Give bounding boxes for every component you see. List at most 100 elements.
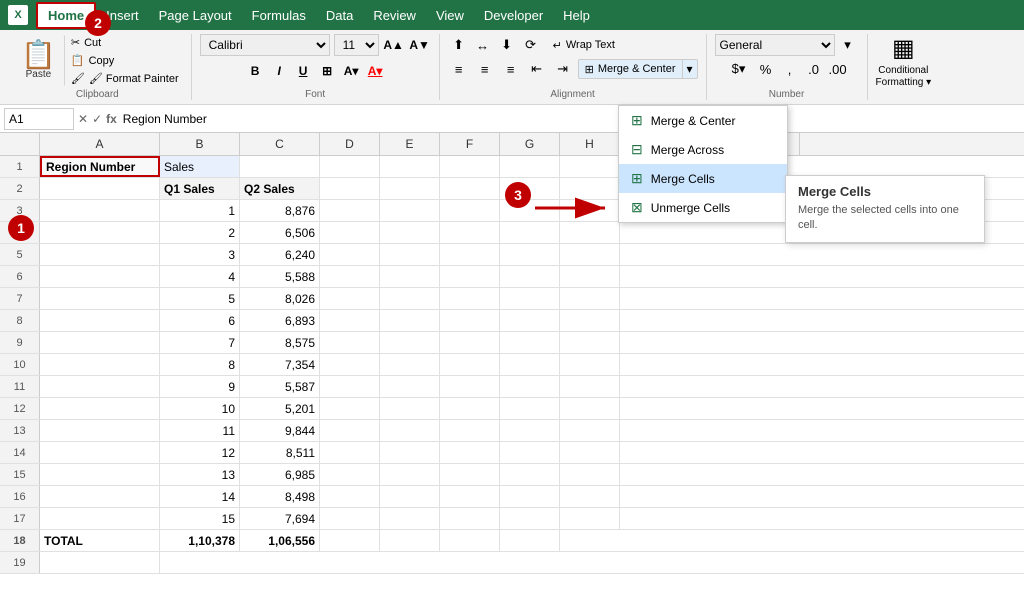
cell-a19[interactable] (40, 552, 160, 573)
cell-g16[interactable] (500, 486, 560, 507)
currency-button[interactable]: $▾ (725, 58, 753, 80)
cell-d9[interactable] (320, 332, 380, 353)
cell-b14[interactable]: 12 (160, 442, 240, 463)
decrease-decimal-button[interactable]: .0 (803, 58, 825, 80)
unmerge-cells-item[interactable]: ⊠ Unmerge Cells (619, 193, 787, 222)
cell-c4[interactable]: 6,506 (240, 222, 320, 243)
wrap-text-button[interactable]: ↵ Wrap Text (544, 34, 624, 56)
cell-b3[interactable]: 1 (160, 200, 240, 221)
cell-b8[interactable]: 6 (160, 310, 240, 331)
align-bottom-button[interactable]: ⬇ (496, 34, 518, 56)
cell-c2[interactable]: Q2 Sales (240, 178, 320, 199)
cell-a1[interactable]: Region Number (40, 156, 160, 177)
cell-d4[interactable] (320, 222, 380, 243)
number-format-select[interactable]: General (715, 34, 835, 56)
cell-e16[interactable] (380, 486, 440, 507)
menu-page-layout[interactable]: Page Layout (149, 4, 242, 27)
merge-across-item[interactable]: ⊟ Merge Across (619, 135, 787, 164)
cell-a7[interactable] (40, 288, 160, 309)
cell-e13[interactable] (380, 420, 440, 441)
cell-d1[interactable] (320, 156, 380, 177)
align-left-button[interactable]: ≡ (448, 58, 470, 80)
cell-a15[interactable] (40, 464, 160, 485)
cell-f13[interactable] (440, 420, 500, 441)
cell-b6[interactable]: 4 (160, 266, 240, 287)
cell-b18[interactable]: 1,10,378 (160, 530, 240, 551)
menu-developer[interactable]: Developer (474, 4, 553, 27)
cell-e11[interactable] (380, 376, 440, 397)
merge-cells-item[interactable]: ⊞ Merge Cells (619, 164, 787, 193)
cell-a11[interactable] (40, 376, 160, 397)
cell-a12[interactable] (40, 398, 160, 419)
cell-a4[interactable] (40, 222, 160, 243)
cell-c15[interactable]: 6,985 (240, 464, 320, 485)
formula-insert-icon[interactable]: fx (106, 112, 117, 126)
cell-b5[interactable]: 3 (160, 244, 240, 265)
cell-c18[interactable]: 1,06,556 (240, 530, 320, 551)
cell-c6[interactable]: 5,588 (240, 266, 320, 287)
number-format-expand[interactable]: ▾ (837, 34, 859, 56)
cell-f9[interactable] (440, 332, 500, 353)
font-shrink-button[interactable]: A▼ (409, 34, 431, 56)
cell-c16[interactable]: 8,498 (240, 486, 320, 507)
conditional-formatting-label[interactable]: ConditionalFormatting ▾ (876, 65, 932, 89)
cell-h16[interactable] (560, 486, 620, 507)
cell-h13[interactable] (560, 420, 620, 441)
cell-d15[interactable] (320, 464, 380, 485)
cell-a16[interactable] (40, 486, 160, 507)
cell-d6[interactable] (320, 266, 380, 287)
cell-b7[interactable]: 5 (160, 288, 240, 309)
cell-b2[interactable]: Q1 Sales (160, 178, 240, 199)
copy-button[interactable]: 📋 Copy (67, 52, 183, 69)
cell-g15[interactable] (500, 464, 560, 485)
cell-e5[interactable] (380, 244, 440, 265)
cell-g14[interactable] (500, 442, 560, 463)
formula-cancel-icon[interactable]: ✕ (78, 112, 88, 126)
cell-h15[interactable] (560, 464, 620, 485)
orientation-button[interactable]: ⟳ (520, 34, 542, 56)
cell-f1[interactable] (440, 156, 500, 177)
cell-b15[interactable]: 13 (160, 464, 240, 485)
cell-g9[interactable] (500, 332, 560, 353)
cell-e4[interactable] (380, 222, 440, 243)
cell-g7[interactable] (500, 288, 560, 309)
cell-d13[interactable] (320, 420, 380, 441)
cell-g10[interactable] (500, 354, 560, 375)
comma-button[interactable]: , (779, 58, 801, 80)
cell-e6[interactable] (380, 266, 440, 287)
fill-color-button[interactable]: A▾ (340, 60, 362, 82)
cell-g8[interactable] (500, 310, 560, 331)
cell-b4[interactable]: 2 (160, 222, 240, 243)
decrease-indent-button[interactable]: ⇤ (526, 58, 548, 80)
cell-d14[interactable] (320, 442, 380, 463)
cell-d5[interactable] (320, 244, 380, 265)
cell-a6[interactable] (40, 266, 160, 287)
cell-h10[interactable] (560, 354, 620, 375)
cell-h17[interactable] (560, 508, 620, 529)
align-middle-button[interactable]: ↔ (472, 34, 494, 56)
cell-a18[interactable]: TOTAL (40, 530, 160, 551)
paste-button[interactable]: 📋 Paste (12, 34, 65, 87)
menu-data[interactable]: Data (316, 4, 363, 27)
borders-button[interactable]: ⊞ (316, 60, 338, 82)
cell-f10[interactable] (440, 354, 500, 375)
conditional-formatting-icon[interactable]: ▦ (892, 34, 915, 63)
cell-d18[interactable] (320, 530, 380, 551)
cell-g5[interactable] (500, 244, 560, 265)
cell-c5[interactable]: 6,240 (240, 244, 320, 265)
formula-confirm-icon[interactable]: ✓ (92, 112, 102, 126)
cell-d3[interactable] (320, 200, 380, 221)
cell-a9[interactable] (40, 332, 160, 353)
cell-c8[interactable]: 6,893 (240, 310, 320, 331)
cell-h1[interactable] (560, 156, 620, 177)
cell-c3[interactable]: 8,876 (240, 200, 320, 221)
cut-button[interactable]: ✂ Cut (67, 34, 183, 51)
menu-view[interactable]: View (426, 4, 474, 27)
cell-e17[interactable] (380, 508, 440, 529)
cell-h5[interactable] (560, 244, 620, 265)
cell-f16[interactable] (440, 486, 500, 507)
cell-h12[interactable] (560, 398, 620, 419)
cell-f11[interactable] (440, 376, 500, 397)
cell-g18[interactable] (500, 530, 560, 551)
cell-d10[interactable] (320, 354, 380, 375)
